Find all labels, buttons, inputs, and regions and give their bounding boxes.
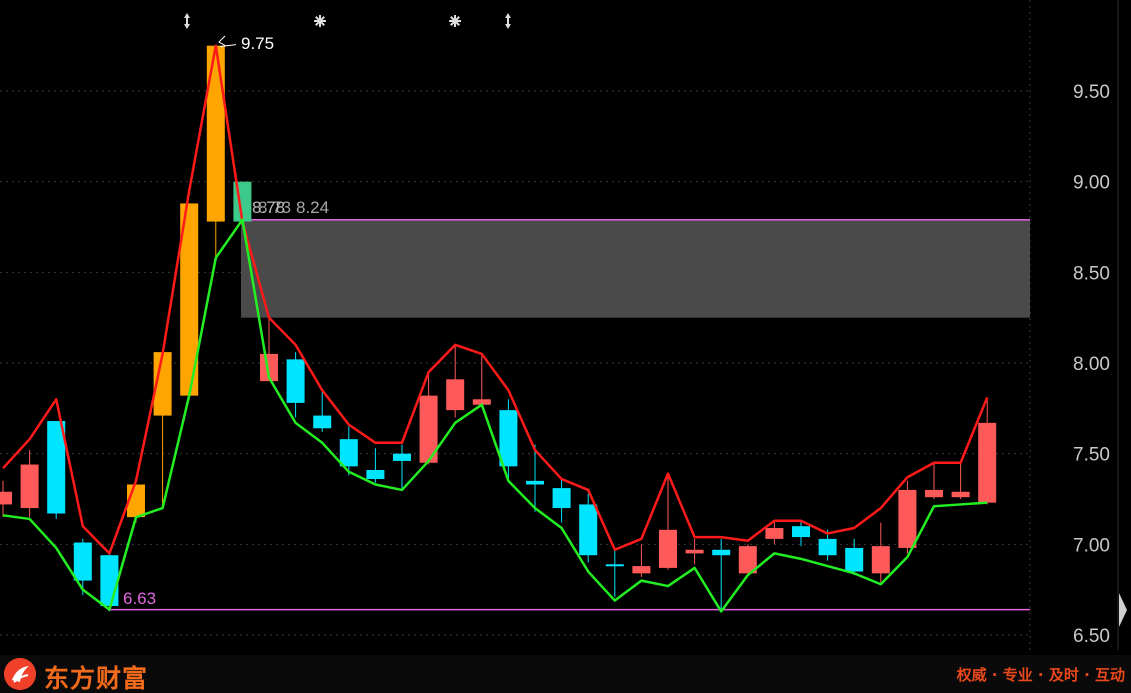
candle-body: [605, 564, 624, 567]
candle-body: [818, 538, 837, 556]
candle-body: [845, 547, 864, 572]
candle-body: [659, 529, 677, 568]
eastmoney-logo-icon: [4, 658, 36, 690]
candle-body: [871, 546, 890, 574]
y-tick-label: 6.50: [1073, 626, 1110, 647]
candle-body: [206, 45, 225, 222]
candle-body: [339, 439, 358, 467]
resistance-zone: [108, 218, 1030, 611]
candle-body: [925, 489, 943, 498]
candle-body: [685, 549, 704, 554]
y-tick-label: 9.00: [1073, 173, 1110, 194]
candle-body: [579, 504, 598, 556]
high-pointer-arrowhead: [218, 35, 227, 47]
updown-arrow-icon: [505, 13, 511, 18]
candles-layer: [0, 45, 997, 612]
candle-body: [792, 526, 810, 538]
candle-body: [898, 489, 917, 548]
y-tick-label: 7.00: [1073, 535, 1110, 556]
candle-body: [526, 480, 544, 485]
candle-body: [73, 542, 92, 581]
zone-label-c: 8.24: [296, 198, 329, 217]
updown-arrow-icon: [184, 24, 190, 29]
candle-body: [978, 422, 997, 503]
candlestick-chart[interactable]: 9.756.638.788.73 8.24 9.509.008.508.007.5…: [0, 0, 1131, 655]
candle-body: [0, 491, 12, 505]
candle-body: [286, 359, 305, 403]
candle-body: [366, 469, 385, 480]
y-tick-label: 9.50: [1073, 82, 1110, 103]
candle-body: [712, 549, 731, 556]
indicator-lines: [2, 44, 989, 613]
candle-body: [552, 488, 571, 509]
candle-body: [393, 453, 411, 461]
footer-bar: 东方财富 权威 · 专业 · 及时 · 互动: [0, 655, 1131, 693]
high-price-label: 9.75: [241, 34, 274, 53]
candle-body: [499, 410, 518, 467]
candle-body: [100, 555, 119, 606]
brand-name: 东方财富: [44, 664, 149, 693]
scroll-right-icon[interactable]: [1117, 585, 1129, 635]
updown-arrow-icon: [184, 13, 190, 18]
candle-body: [765, 528, 784, 539]
candle-body: [446, 379, 465, 411]
stock-chart-app: 9.75 6.63 8.78 8.73 8.24 9.50 9.00 8.50 8.00 7.5…: [0, 0, 1131, 693]
updown-arrow-icon: [505, 24, 511, 29]
brand-slogan: 权威 · 专业 · 及时 · 互动: [956, 666, 1125, 684]
resistance-zone-box: [241, 219, 1030, 318]
y-axis: 9.50 9.00 8.50 8.00 7.50 7.00 6.50: [1073, 82, 1110, 647]
y-tick-label: 8.00: [1073, 354, 1110, 375]
candle-body: [313, 415, 332, 429]
low-price-label: 6.63: [123, 589, 156, 608]
candle-body: [20, 464, 39, 509]
zone-label-b: 8.73: [258, 198, 291, 217]
y-tick-label: 7.50: [1073, 445, 1110, 466]
candle-body: [632, 566, 651, 574]
y-tick-label: 8.50: [1073, 263, 1110, 284]
candle-body: [951, 491, 970, 498]
